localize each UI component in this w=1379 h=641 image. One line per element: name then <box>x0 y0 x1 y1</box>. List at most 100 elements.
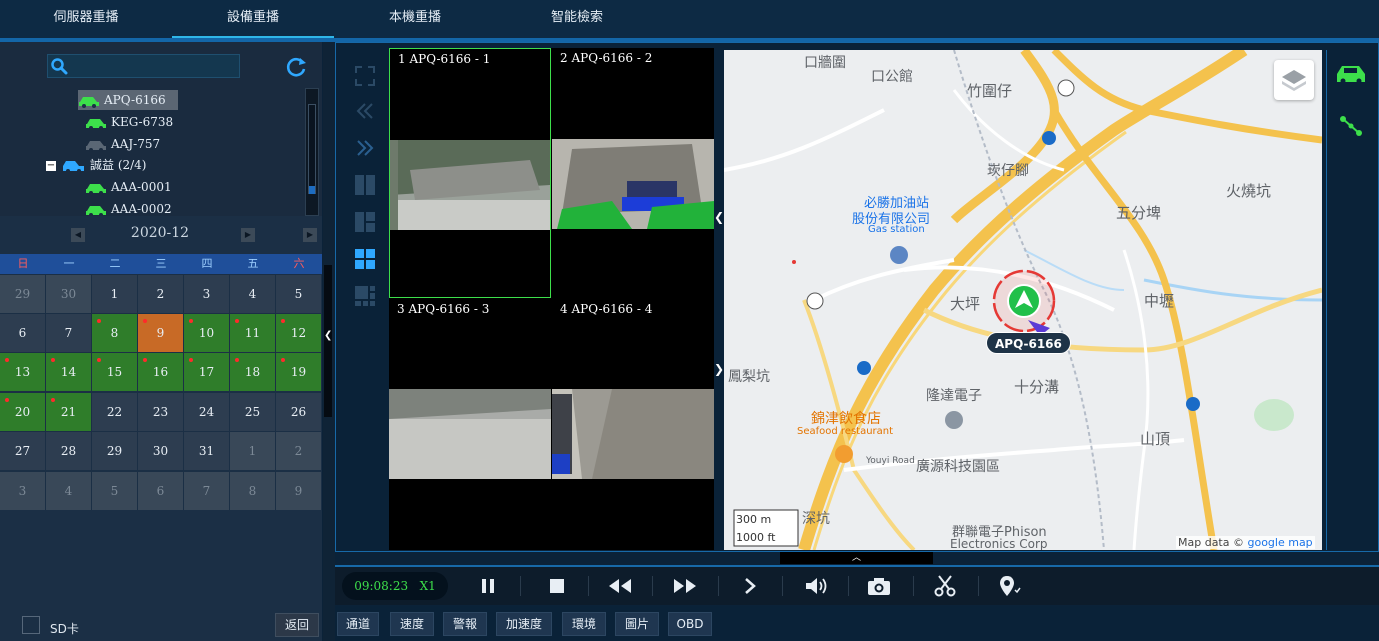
tab-channel[interactable]: 通道 <box>337 612 379 636</box>
next-month-button[interactable]: ▶ <box>241 228 255 242</box>
snapshot-button[interactable] <box>862 571 896 601</box>
video-channel-4[interactable]: 4 APQ-6166 - 4 <box>552 299 714 549</box>
map-view[interactable]: 口牆圍 口公館 竹圍仔 崁仔腳 必勝加油站 股份有限公司 Gas station… <box>724 50 1322 550</box>
calendar-day[interactable]: 6 <box>138 472 183 510</box>
stop-button[interactable] <box>540 571 574 601</box>
tree-item-aaj-757[interactable]: AAJ-757 <box>85 134 160 154</box>
tree-item-apq-6166[interactable]: APQ-6166 <box>78 90 178 110</box>
collapse-video-icon[interactable]: ❮ <box>714 210 724 224</box>
search-input[interactable] <box>47 54 240 78</box>
layout-2-icon[interactable] <box>353 173 377 197</box>
collapse-panel-button[interactable]: ︿ <box>780 552 933 564</box>
calendar-day[interactable]: 31 <box>184 432 229 470</box>
calendar-day[interactable]: 30 <box>138 432 183 470</box>
calendar-day[interactable]: 23 <box>138 393 183 431</box>
fast-forward-button[interactable] <box>668 571 702 601</box>
volume-button[interactable] <box>800 571 834 601</box>
calendar-day[interactable]: 17 <box>184 353 229 391</box>
vehicle-label[interactable]: APQ-6166 <box>986 332 1071 354</box>
fullscreen-icon[interactable] <box>353 64 377 88</box>
map-layers-button[interactable] <box>1274 60 1314 100</box>
calendar-day[interactable]: 4 <box>46 472 91 510</box>
calendar-day[interactable]: 15 <box>92 353 137 391</box>
calendar-day[interactable]: 8 <box>92 314 137 352</box>
tab-device-playback[interactable]: 設備重播 <box>172 0 334 38</box>
calendar-day[interactable]: 13 <box>0 353 45 391</box>
tree-item-aaa-0001[interactable]: AAA-0001 <box>85 177 172 197</box>
tab-acceleration[interactable]: 加速度 <box>496 612 552 636</box>
calendar-day[interactable]: 7 <box>184 472 229 510</box>
vehicle-track-icon[interactable] <box>1335 62 1367 84</box>
rewind-button[interactable] <box>603 571 637 601</box>
route-icon[interactable] <box>1339 114 1363 138</box>
pause-button[interactable] <box>471 571 505 601</box>
sd-card-checkbox[interactable] <box>22 616 40 634</box>
calendar-day[interactable]: 21 <box>46 393 91 431</box>
tab-speed[interactable]: 速度 <box>390 612 434 636</box>
calendar-day[interactable]: 4 <box>230 275 275 313</box>
tab-environment[interactable]: 環境 <box>562 612 606 636</box>
tab-obd[interactable]: OBD <box>668 612 712 636</box>
calendar-day[interactable]: 26 <box>276 393 321 431</box>
calendar-day[interactable]: 12 <box>276 314 321 352</box>
expand-map-icon[interactable]: ❯ <box>714 362 724 376</box>
video-channel-3[interactable]: 3 APQ-6166 - 3 <box>389 299 551 549</box>
layout-4-icon[interactable] <box>353 247 377 271</box>
prev-month-button[interactable]: ◀ <box>71 228 85 242</box>
calendar-day[interactable]: 28 <box>46 432 91 470</box>
calendar-day[interactable]: 1 <box>92 275 137 313</box>
calendar-day[interactable]: 3 <box>184 275 229 313</box>
calendar-day[interactable]: 20 <box>0 393 45 431</box>
tab-local-playback[interactable]: 本機重播 <box>334 0 496 38</box>
clip-button[interactable] <box>928 571 962 601</box>
calendar-day[interactable]: 5 <box>276 275 321 313</box>
collapse-left-icon[interactable]: ❮ <box>324 330 332 341</box>
calendar-day[interactable]: 6 <box>0 314 45 352</box>
calendar-day[interactable]: 30 <box>46 275 91 313</box>
next-year-button[interactable]: ▶ <box>303 228 317 242</box>
calendar-day[interactable]: 27 <box>0 432 45 470</box>
calendar-day[interactable]: 22 <box>92 393 137 431</box>
calendar-day[interactable]: 29 <box>0 275 45 313</box>
layout-6-icon[interactable] <box>353 284 377 308</box>
tree-item-keg-6738[interactable]: KEG-6738 <box>85 112 173 132</box>
calendar-day[interactable]: 10 <box>184 314 229 352</box>
calendar-day[interactable]: 18 <box>230 353 275 391</box>
calendar-day[interactable]: 11 <box>230 314 275 352</box>
refresh-icon[interactable] <box>284 55 308 79</box>
video-map-divider[interactable] <box>714 48 724 550</box>
tree-group-chengyi[interactable]: − 誠益 (2/4) <box>46 155 147 175</box>
attribution-link[interactable]: google map <box>1247 536 1312 549</box>
calendar-day[interactable]: 7 <box>46 314 91 352</box>
layout-3-icon[interactable] <box>353 210 377 234</box>
video-channel-2[interactable]: 2 APQ-6166 - 2 <box>552 48 714 298</box>
tab-pictures[interactable]: 圖片 <box>615 612 659 636</box>
calendar-day[interactable]: 25 <box>230 393 275 431</box>
calendar-day[interactable]: 2 <box>138 275 183 313</box>
calendar-day[interactable]: 16 <box>138 353 183 391</box>
tree-item-aaa-0002[interactable]: AAA-0002 <box>85 199 172 215</box>
calendar-day[interactable]: 9 <box>276 472 321 510</box>
calendar-day[interactable]: 1 <box>230 432 275 470</box>
video-channel-1[interactable]: 1 APQ-6166 - 1 <box>389 48 551 298</box>
calendar-day[interactable]: 8 <box>230 472 275 510</box>
collapse-icon[interactable]: − <box>46 160 56 171</box>
tab-server-playback[interactable]: 伺服器重播 <box>0 0 172 38</box>
calendar-day[interactable]: 2 <box>276 432 321 470</box>
step-forward-button[interactable] <box>733 571 767 601</box>
calendar-day[interactable]: 5 <box>92 472 137 510</box>
location-button[interactable] <box>992 571 1026 601</box>
calendar-day[interactable]: 14 <box>46 353 91 391</box>
calendar-day[interactable]: 24 <box>184 393 229 431</box>
tab-alarm[interactable]: 警報 <box>443 612 487 636</box>
double-right-icon[interactable] <box>353 136 377 160</box>
calendar-day[interactable]: 3 <box>0 472 45 510</box>
double-left-icon[interactable] <box>353 99 377 123</box>
tab-smart-search[interactable]: 智能檢索 <box>496 0 658 38</box>
splitter-handle[interactable] <box>324 265 332 417</box>
tree-scrollbar-thumb[interactable] <box>308 104 316 194</box>
calendar-day[interactable]: 19 <box>276 353 321 391</box>
back-button[interactable]: 返回 <box>275 613 319 637</box>
search-icon[interactable] <box>50 57 68 75</box>
calendar-day-selected[interactable]: 9 <box>138 314 183 352</box>
